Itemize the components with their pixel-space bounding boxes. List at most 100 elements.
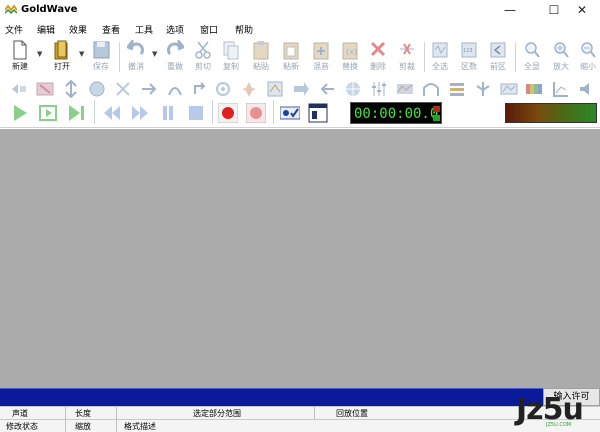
undo-button[interactable]: 撤消 bbox=[120, 38, 152, 74]
svg-text:123: 123 bbox=[463, 48, 473, 54]
watermark-logo: Jz5u JZ5U.COM bbox=[516, 392, 600, 432]
undo-icon bbox=[127, 40, 144, 55]
save-label: 保存 bbox=[93, 62, 109, 71]
open-folder-icon bbox=[54, 40, 68, 60]
toolbar-area: 新建 ▼ 打开 ▼ 保存 撤消 ▼ 重做 剪切 复制 粘贴 粘新 混音 {x} … bbox=[0, 38, 600, 128]
menu-bar: 文件 编辑 效果 查看 工具 选项 窗口 帮助 bbox=[0, 20, 600, 38]
mix-button[interactable]: 混音 bbox=[305, 38, 337, 74]
zoom-out-button[interactable]: 缩小 bbox=[572, 38, 600, 74]
workspace-area[interactable] bbox=[0, 129, 600, 388]
rewind-icon[interactable] bbox=[102, 103, 122, 123]
effects-toolbar bbox=[0, 78, 600, 100]
paste-new-label: 粘新 bbox=[283, 62, 299, 71]
fade-icon[interactable] bbox=[166, 80, 184, 98]
fast-forward-icon[interactable] bbox=[130, 103, 150, 123]
play-icon[interactable] bbox=[10, 103, 30, 123]
menu-tools[interactable]: 工具 bbox=[135, 23, 153, 36]
zoom-in-icon bbox=[554, 42, 569, 58]
menu-options[interactable]: 选项 bbox=[166, 23, 184, 36]
time-display: 00:00:00.0 bbox=[350, 102, 442, 124]
minimize-button[interactable]: — bbox=[492, 0, 528, 20]
svg-text:{x}: {x} bbox=[345, 48, 358, 56]
mute-x-icon[interactable] bbox=[114, 80, 132, 98]
mix-label: 混音 bbox=[313, 62, 329, 71]
bars-icon[interactable] bbox=[448, 80, 466, 98]
level-meter bbox=[505, 103, 597, 123]
transport-divider bbox=[212, 100, 213, 124]
undo-dropdown-icon[interactable]: ▼ bbox=[152, 50, 157, 58]
menu-edit[interactable]: 编辑 bbox=[37, 23, 55, 36]
menu-effects[interactable]: 效果 bbox=[69, 23, 87, 36]
menu-window[interactable]: 窗口 bbox=[200, 23, 218, 36]
menu-file[interactable]: 文件 bbox=[5, 23, 23, 36]
graph-icon[interactable] bbox=[552, 80, 570, 98]
noise-reduction-icon[interactable] bbox=[422, 80, 440, 98]
window-title: GoldWave bbox=[21, 4, 78, 15]
open-dropdown-icon[interactable]: ▼ bbox=[79, 50, 84, 58]
close-button[interactable]: ✕ bbox=[564, 0, 600, 20]
reverse-arrow-icon[interactable] bbox=[318, 80, 336, 98]
split-icon[interactable] bbox=[474, 80, 492, 98]
window-view-icon[interactable] bbox=[308, 103, 328, 123]
delete-label: 删除 bbox=[370, 62, 386, 71]
record-led-indicator bbox=[433, 106, 440, 112]
equalizer-bubble-icon[interactable] bbox=[88, 80, 106, 98]
paste-new-icon bbox=[283, 42, 299, 60]
zoom-all-label: 全显 bbox=[524, 62, 540, 71]
status-divider bbox=[116, 420, 117, 432]
silence-icon[interactable] bbox=[36, 80, 54, 98]
trim-button[interactable]: 剪裁 bbox=[391, 38, 423, 74]
status-length: 长度 bbox=[75, 409, 91, 418]
menu-help[interactable]: 帮助 bbox=[235, 23, 253, 36]
flanger-icon[interactable] bbox=[240, 80, 258, 98]
select-all-label: 全选 bbox=[432, 62, 448, 71]
paste-button[interactable]: 粘贴 bbox=[245, 38, 277, 74]
record-new-icon[interactable] bbox=[246, 103, 266, 123]
spectrum-icon[interactable] bbox=[396, 80, 414, 98]
trim-label: 剪裁 bbox=[399, 62, 415, 71]
select-all-button[interactable]: 全选 bbox=[424, 38, 456, 74]
open-button[interactable]: 打开 bbox=[46, 38, 78, 74]
set-region-button[interactable]: 123 区数 bbox=[453, 38, 485, 74]
record-icon[interactable] bbox=[218, 103, 238, 123]
play-to-end-icon[interactable] bbox=[66, 103, 86, 123]
pitch-icon[interactable] bbox=[344, 80, 362, 98]
stop-icon[interactable] bbox=[186, 103, 206, 123]
new-dropdown-icon[interactable]: ▼ bbox=[37, 50, 42, 58]
prev-region-button[interactable]: 前区 bbox=[482, 38, 514, 74]
pause-icon[interactable] bbox=[158, 103, 178, 123]
channel-left-icon[interactable] bbox=[10, 80, 28, 98]
pan-arrow-icon[interactable] bbox=[140, 80, 158, 98]
copy-button[interactable]: 复制 bbox=[215, 38, 247, 74]
loop-icon[interactable] bbox=[190, 80, 208, 98]
device-controls-icon[interactable] bbox=[280, 103, 300, 123]
color-bars-icon[interactable] bbox=[525, 80, 543, 98]
zoom-all-button[interactable]: 全显 bbox=[516, 38, 548, 74]
copy-label: 复制 bbox=[223, 62, 239, 71]
replace-icon: {x} bbox=[342, 42, 358, 60]
paste-new-button[interactable]: 粘新 bbox=[275, 38, 307, 74]
doppler-icon[interactable] bbox=[266, 80, 284, 98]
volume-shape-icon[interactable] bbox=[62, 80, 80, 98]
redo-icon bbox=[167, 40, 184, 55]
play-loop-icon[interactable] bbox=[38, 103, 58, 123]
prev-region-icon bbox=[490, 42, 506, 58]
scissors-icon bbox=[195, 41, 211, 59]
play-led-indicator bbox=[433, 115, 440, 121]
status-channels: 声道 bbox=[12, 409, 28, 418]
compressor-icon[interactable] bbox=[500, 80, 518, 98]
mixer-sliders-icon[interactable] bbox=[370, 80, 388, 98]
save-disk-icon bbox=[93, 41, 110, 59]
zoom-all-magnifier-icon bbox=[525, 42, 540, 58]
paste-clipboard-icon bbox=[253, 41, 269, 60]
speaker-icon[interactable] bbox=[578, 80, 596, 98]
new-button[interactable]: 新建 bbox=[4, 38, 36, 74]
delete-button[interactable]: 删除 bbox=[362, 38, 394, 74]
offset-icon[interactable] bbox=[214, 80, 232, 98]
goldwave-logo-icon bbox=[5, 5, 17, 15]
filter-arrow-icon[interactable] bbox=[292, 80, 310, 98]
watermark-subtext: JZ5U.COM bbox=[546, 422, 572, 428]
menu-view[interactable]: 查看 bbox=[102, 23, 120, 36]
transport-divider bbox=[273, 100, 274, 124]
save-button[interactable]: 保存 bbox=[85, 38, 117, 74]
